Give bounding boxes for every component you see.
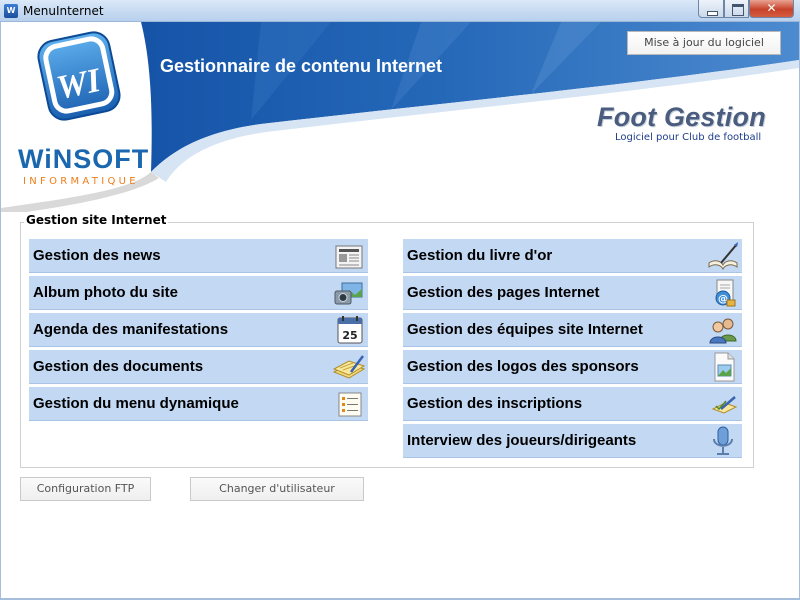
close-icon: ✕ (766, 1, 777, 15)
menu-list-icon (338, 392, 362, 417)
menu-item-label: Gestion des logos des sponsors (407, 358, 639, 375)
newspaper-icon (335, 245, 363, 269)
change-user-button[interactable]: Changer d'utilisateur (190, 477, 364, 501)
close-button[interactable]: ✕ (749, 0, 794, 18)
guestbook-icon (708, 242, 738, 271)
signup-pencil-icon (711, 396, 738, 414)
menu-item-guestbook[interactable]: Gestion du livre d'or (403, 239, 742, 273)
menu-item-news[interactable]: Gestion des news (29, 239, 368, 273)
menu-item-dynamic-menu[interactable]: Gestion du menu dynamique (29, 387, 368, 421)
menu-item-teams[interactable]: Gestion des équipes site Internet (403, 313, 742, 347)
menu-item-label: Interview des joueurs/dirigeants (407, 432, 637, 449)
menu-item-documents[interactable]: Gestion des documents (29, 350, 368, 384)
logo-subtitle: INFORMATIQUE (23, 176, 139, 187)
menu-item-label: Agenda des manifestations (33, 321, 229, 338)
menu-item-label: Album photo du site (33, 284, 178, 301)
menu-item-sponsor-logos[interactable]: Gestion des logos des sponsors (403, 350, 742, 384)
menu-item-web-pages[interactable]: Gestion des pages Internet @ (403, 276, 742, 310)
teams-icon (709, 318, 737, 344)
menu-item-label: Gestion du menu dynamique (33, 395, 239, 412)
menu-item-interviews[interactable]: Interview des joueurs/dirigeants (403, 424, 742, 458)
image-file-icon (714, 352, 735, 382)
menu-item-photo-album[interactable]: Album photo du site (29, 276, 368, 310)
photo-album-icon (334, 282, 363, 305)
calendar-icon: 25 (337, 316, 363, 344)
ftp-config-button[interactable]: Configuration FTP (20, 477, 151, 501)
menu-item-label: Gestion des équipes site Internet (407, 321, 643, 338)
product-subtitle: Logiciel pour Club de football (615, 132, 762, 143)
menu-item-events-calendar[interactable]: Agenda des manifestations 25 (29, 313, 368, 347)
minimize-button[interactable] (698, 0, 724, 18)
web-page-icon: @ (715, 279, 736, 307)
documents-icon (333, 355, 365, 379)
header-title: Gestionnaire de contenu Internet (160, 56, 443, 76)
update-software-button[interactable]: Mise à jour du logiciel (627, 31, 781, 55)
window-titlebar[interactable]: W MenuInternet ✕ (0, 0, 800, 22)
menu-item-label: Gestion des pages Internet (407, 284, 600, 301)
menu-item-label: Gestion des inscriptions (407, 395, 583, 412)
logo-name: WiNSOFT (18, 144, 150, 174)
maximize-button[interactable] (724, 0, 749, 18)
group-title: Gestion site Internet (24, 213, 169, 227)
calendar-day: 25 (342, 329, 357, 342)
window-title: MenuInternet (23, 4, 104, 18)
microphone-icon (713, 426, 733, 455)
menu-item-registrations[interactable]: Gestion des inscriptions (403, 387, 742, 421)
app-icon: W (4, 4, 18, 18)
menu-item-label: Gestion des documents (33, 358, 204, 375)
menu-item-label: Gestion du livre d'or (407, 247, 553, 264)
menu-item-label: Gestion des news (33, 247, 161, 264)
product-name: Foot Gestion (597, 102, 766, 132)
